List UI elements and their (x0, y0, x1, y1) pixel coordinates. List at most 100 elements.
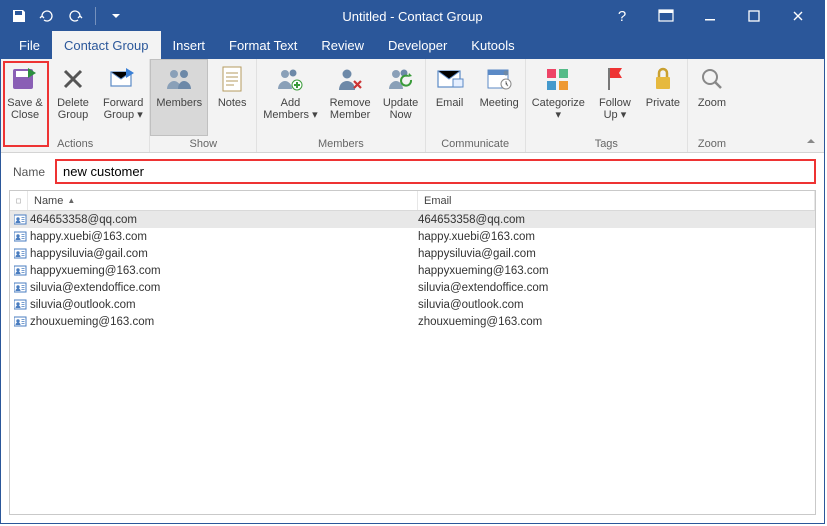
table-row[interactable]: siluvia@outlook.comsiluvia@outlook.com (10, 296, 815, 313)
name-row: Name (1, 153, 824, 190)
ribbon-group-show-label: Show (150, 136, 256, 152)
maximize-icon[interactable] (742, 4, 766, 28)
ribbon-group-members-label: Members (257, 136, 424, 152)
minimize-icon[interactable] (698, 4, 722, 28)
cell-email: happy.xuebi@163.com (418, 231, 815, 243)
contact-card-icon (10, 248, 28, 260)
table-row[interactable]: 464653358@qq.com464653358@qq.com (10, 211, 815, 228)
notes-button[interactable]: Notes (208, 59, 256, 136)
contact-card-icon (10, 231, 28, 243)
forward-group-button[interactable]: Forward Group ▾ (97, 59, 149, 136)
ribbon-group-communicate: Email Meeting Communicate (426, 59, 526, 152)
table-row[interactable]: siluvia@extendoffice.comsiluvia@extendof… (10, 279, 815, 296)
ribbon-group-actions-label: Actions (1, 136, 149, 152)
qat-customize-icon[interactable] (106, 6, 126, 26)
name-input[interactable] (55, 159, 816, 184)
zoom-label: Zoom (698, 97, 726, 109)
list-body[interactable]: 464653358@qq.com464653358@qq.comhappy.xu… (10, 211, 815, 514)
ribbon-group-zoom-label: Zoom (688, 136, 736, 152)
save-close-button[interactable]: Save & Close (1, 59, 49, 136)
remove-member-label: Remove Member (330, 97, 371, 121)
cell-name: zhouxueming@163.com (28, 316, 418, 328)
email-label: Email (436, 97, 464, 109)
window-controls: ? (610, 4, 824, 28)
categorize-button[interactable]: Categorize ▾ (526, 59, 591, 136)
tab-insert[interactable]: Insert (161, 31, 218, 59)
cell-email: siluvia@extendoffice.com (418, 282, 815, 294)
help-icon[interactable]: ? (610, 4, 634, 28)
cell-name: siluvia@extendoffice.com (28, 282, 418, 294)
members-icon (163, 63, 195, 95)
flag-icon (599, 63, 631, 95)
tab-format-text[interactable]: Format Text (217, 31, 309, 59)
meeting-button[interactable]: Meeting (474, 59, 525, 136)
col-name[interactable]: Name ▲ (28, 191, 418, 210)
categorize-label: Categorize ▾ (532, 97, 585, 121)
update-now-label: Update Now (383, 97, 418, 121)
ribbon-group-show: Members Notes Show (150, 59, 257, 152)
cell-email: happyxueming@163.com (418, 265, 815, 277)
follow-up-label: Follow Up ▾ (599, 97, 631, 121)
ribbon-tabs: File Contact Group Insert Format Text Re… (1, 31, 824, 59)
cell-email: 464653358@qq.com (418, 214, 815, 226)
table-row[interactable]: zhouxueming@163.comzhouxueming@163.com (10, 313, 815, 330)
delete-icon (57, 63, 89, 95)
quick-access-toolbar (1, 6, 126, 26)
notes-icon (216, 63, 248, 95)
col-email-label: Email (424, 195, 452, 207)
add-members-label: Add Members ▾ (263, 97, 317, 121)
tab-file[interactable]: File (7, 31, 52, 59)
members-list: Name ▲ Email 464653358@qq.com464653358@q… (9, 190, 816, 515)
ribbon: Save & Close Delete Group Forward Group … (1, 59, 824, 153)
list-header: Name ▲ Email (10, 191, 815, 211)
zoom-button[interactable]: Zoom (688, 59, 736, 136)
tab-kutools[interactable]: Kutools (459, 31, 526, 59)
table-row[interactable]: happy.xuebi@163.comhappy.xuebi@163.com (10, 228, 815, 245)
save-icon[interactable] (9, 6, 29, 26)
table-row[interactable]: happysiluvia@gail.comhappysiluvia@gail.c… (10, 245, 815, 262)
cell-name: happy.xuebi@163.com (28, 231, 418, 243)
remove-member-button[interactable]: Remove Member (324, 59, 377, 136)
name-label: Name (13, 165, 45, 179)
tab-review[interactable]: Review (309, 31, 376, 59)
close-icon[interactable] (786, 4, 810, 28)
remove-member-icon (334, 63, 366, 95)
tab-developer[interactable]: Developer (376, 31, 459, 59)
delete-group-label: Delete Group (57, 97, 89, 121)
ribbon-group-communicate-label: Communicate (426, 136, 525, 152)
contact-card-icon (10, 299, 28, 311)
delete-group-button[interactable]: Delete Group (49, 59, 97, 136)
cell-name: happyxueming@163.com (28, 265, 418, 277)
forward-group-label: Forward Group ▾ (103, 97, 143, 121)
table-row[interactable]: happyxueming@163.comhappyxueming@163.com (10, 262, 815, 279)
follow-up-button[interactable]: Follow Up ▾ (591, 59, 639, 136)
cell-email: siluvia@outlook.com (418, 299, 815, 311)
redo-icon[interactable] (65, 6, 85, 26)
email-icon (434, 63, 466, 95)
private-button[interactable]: Private (639, 59, 687, 136)
meeting-icon (483, 63, 515, 95)
col-email[interactable]: Email (418, 191, 815, 210)
col-icon[interactable] (10, 191, 28, 210)
cell-name: siluvia@outlook.com (28, 299, 418, 311)
tab-contact-group[interactable]: Contact Group (52, 31, 161, 59)
add-members-button[interactable]: Add Members ▾ (257, 59, 323, 136)
collapse-ribbon-icon[interactable] (804, 134, 818, 148)
notes-label: Notes (218, 97, 247, 109)
members-label: Members (156, 97, 202, 109)
undo-icon[interactable] (37, 6, 57, 26)
contact-card-icon (10, 282, 28, 294)
email-button[interactable]: Email (426, 59, 474, 136)
ribbon-display-options-icon[interactable] (654, 4, 678, 28)
cell-name: happysiluvia@gail.com (28, 248, 418, 260)
add-members-icon (274, 63, 306, 95)
contact-card-icon (10, 316, 28, 328)
private-label: Private (646, 97, 680, 109)
members-button[interactable]: Members (150, 59, 208, 136)
sort-asc-icon: ▲ (67, 196, 75, 205)
cell-email: happysiluvia@gail.com (418, 248, 815, 260)
update-now-button[interactable]: Update Now (377, 59, 425, 136)
save-close-label: Save & Close (7, 97, 42, 121)
ribbon-group-zoom: Zoom Zoom (688, 59, 736, 152)
meeting-label: Meeting (480, 97, 519, 109)
